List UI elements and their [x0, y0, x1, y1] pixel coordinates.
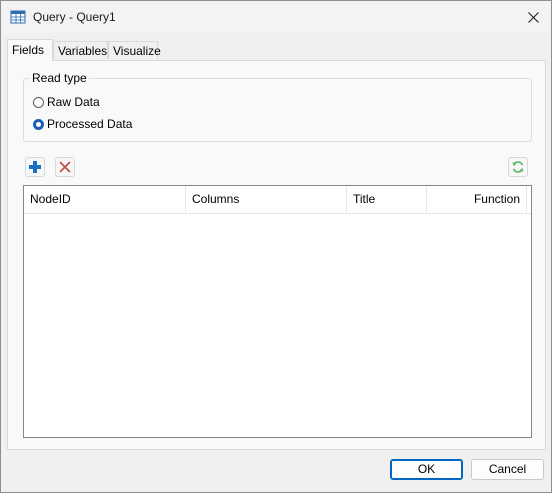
close-icon: [527, 11, 539, 23]
column-header-columns[interactable]: Columns: [186, 186, 347, 212]
column-header-nodeid[interactable]: NodeID: [24, 186, 186, 212]
close-button[interactable]: [515, 1, 551, 33]
tab-variables[interactable]: Variables: [53, 41, 108, 59]
radio-processed-data-circle[interactable]: [33, 118, 44, 130]
fields-list[interactable]: NodeID Columns Title Function: [23, 185, 532, 438]
delete-x-icon: [59, 161, 71, 173]
column-header-title[interactable]: Title: [347, 186, 427, 212]
add-button[interactable]: [25, 157, 45, 177]
window-title: Query - Query1: [33, 10, 116, 24]
title-bar[interactable]: Query - Query1: [1, 1, 551, 33]
delete-button[interactable]: [55, 157, 75, 177]
radio-raw-data-label[interactable]: Raw Data: [47, 95, 100, 109]
tab-visualize[interactable]: Visualize: [108, 41, 161, 59]
radio-processed-data-label[interactable]: Processed Data: [47, 117, 132, 131]
list-header: NodeID Columns Title Function: [24, 186, 531, 214]
radio-raw-data[interactable]: Raw Data: [33, 95, 100, 109]
plus-icon: [29, 161, 41, 173]
read-type-group: Read type Raw Data Processed Data: [23, 71, 532, 142]
fields-tab-panel: Read type Raw Data Processed Data NodeID…: [7, 60, 546, 450]
table-app-icon: [10, 10, 26, 24]
query-dialog: Query - Query1 Fields Variables Visualiz…: [0, 0, 552, 493]
ok-button[interactable]: OK: [390, 459, 463, 480]
column-header-function[interactable]: Function: [427, 186, 527, 212]
tab-fields[interactable]: Fields: [7, 39, 53, 61]
refresh-icon: [512, 161, 524, 173]
refresh-button[interactable]: [508, 157, 528, 177]
cancel-button[interactable]: Cancel: [471, 459, 544, 480]
radio-raw-data-circle[interactable]: [33, 96, 44, 108]
tab-strip: Fields Variables Visualize: [7, 39, 547, 61]
read-type-legend: Read type: [30, 71, 89, 85]
radio-processed-data[interactable]: Processed Data: [33, 117, 132, 131]
